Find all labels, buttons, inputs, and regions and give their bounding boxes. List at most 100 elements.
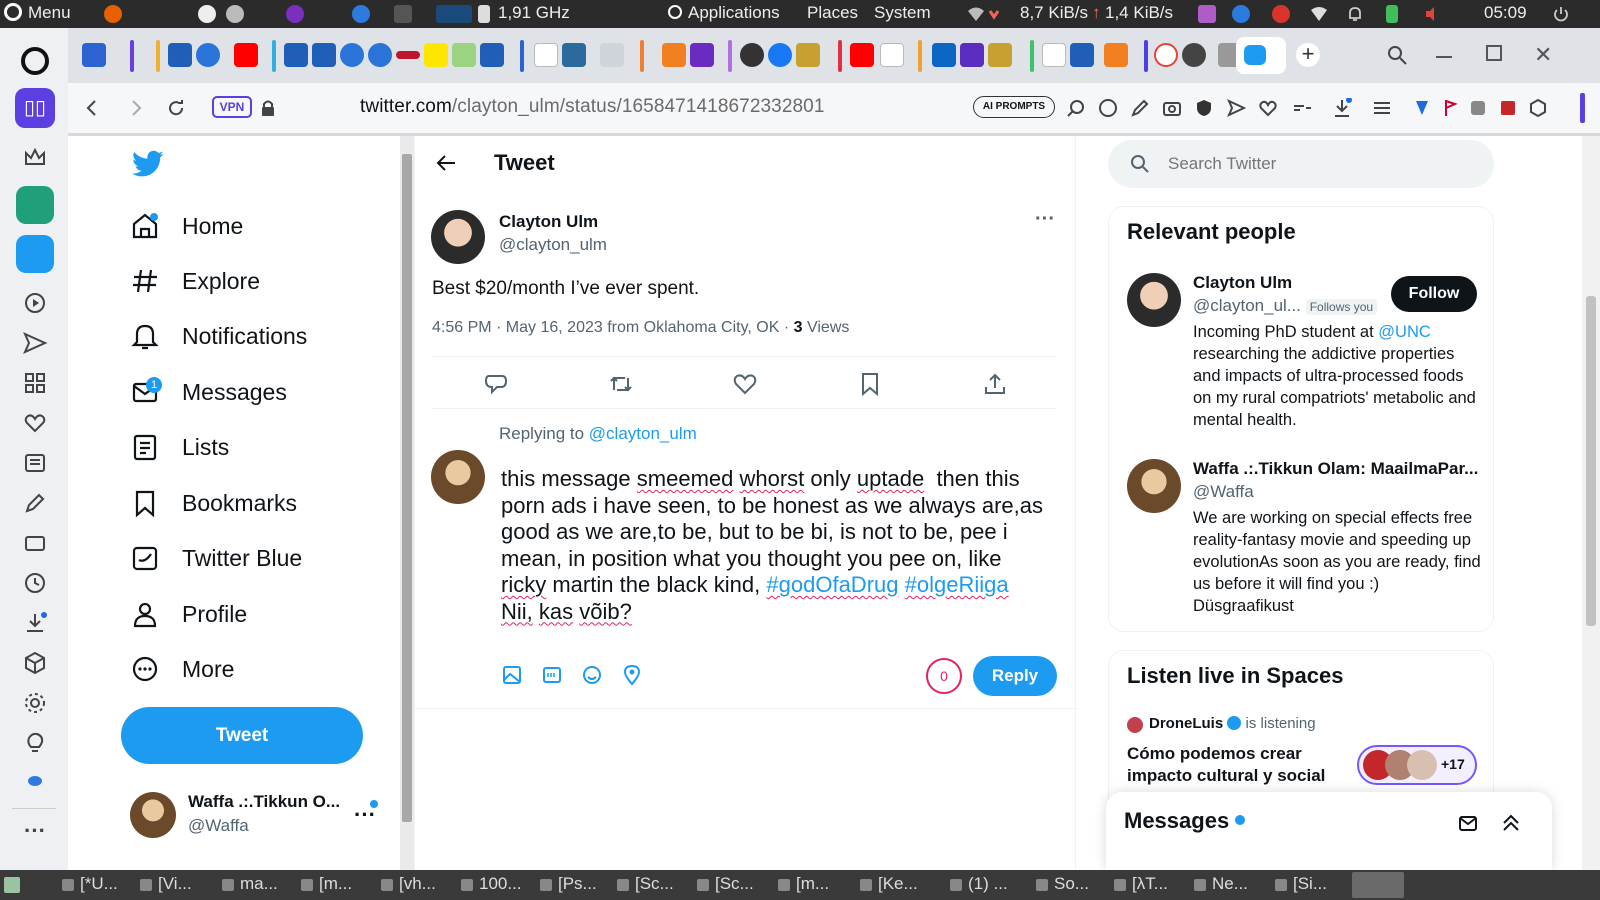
tab-favicon-4[interactable] bbox=[284, 43, 308, 67]
taskbar-button[interactable]: [Sc... bbox=[617, 874, 674, 894]
scrollbar-thumb[interactable] bbox=[402, 154, 412, 822]
linkedin-tab-icon[interactable] bbox=[932, 43, 956, 67]
lens-icon[interactable] bbox=[1066, 98, 1086, 118]
taskbar-button[interactable]: [*U... bbox=[62, 874, 118, 894]
taskbar-button[interactable]: [m... bbox=[778, 874, 829, 894]
tab-favicon-9[interactable] bbox=[424, 43, 448, 67]
bookmark-heart-icon[interactable] bbox=[1258, 98, 1278, 118]
hashtag-link[interactable]: #godOfaDrug bbox=[766, 572, 898, 597]
easy-setup-icon[interactable] bbox=[1372, 98, 1392, 118]
retweet-icon[interactable] bbox=[608, 371, 634, 397]
tab-favicon-3[interactable] bbox=[196, 43, 220, 67]
taskbar-button[interactable]: Ne... bbox=[1194, 874, 1248, 894]
search-box[interactable] bbox=[1108, 140, 1494, 188]
nav-item-twitter-blue[interactable]: Twitter Blue bbox=[130, 536, 302, 580]
volume-icon[interactable] bbox=[1424, 5, 1442, 23]
taskbar-button[interactable]: [vh... bbox=[381, 874, 436, 894]
taskbar-button[interactable]: ma... bbox=[222, 874, 278, 894]
taskbar-active-opera[interactable] bbox=[1352, 872, 1404, 898]
person-avatar[interactable] bbox=[1127, 459, 1181, 513]
author-name[interactable]: Clayton Ulm bbox=[499, 212, 598, 232]
sidebar-more-icon[interactable]: ··· bbox=[22, 818, 48, 844]
follow-button[interactable]: Follow bbox=[1391, 276, 1477, 312]
views-label[interactable]: Views bbox=[807, 319, 849, 336]
tweet-more-icon[interactable]: ··· bbox=[1035, 208, 1055, 231]
power-icon[interactable] bbox=[1552, 5, 1570, 23]
reader-icon[interactable]: ▯▯ bbox=[15, 88, 55, 128]
space-listeners[interactable]: +17 bbox=[1357, 745, 1477, 785]
tab-search-icon[interactable] bbox=[1386, 44, 1408, 66]
ext-red-icon[interactable] bbox=[1498, 98, 1518, 118]
taskbar-button[interactable]: [Ps... bbox=[540, 874, 597, 894]
emoji-picker-icon[interactable] bbox=[581, 664, 607, 690]
settings-app-icon[interactable] bbox=[226, 5, 244, 23]
opera-launcher-icon[interactable] bbox=[352, 5, 370, 23]
location-icon[interactable] bbox=[621, 664, 647, 690]
tor-icon[interactable] bbox=[286, 5, 304, 23]
news-icon[interactable] bbox=[22, 450, 48, 476]
tab-favicon-20[interactable] bbox=[1042, 43, 1066, 67]
close-window-button[interactable]: ✕ bbox=[1534, 42, 1552, 68]
chatgpt-icon[interactable] bbox=[16, 186, 54, 224]
tab-favicon-18[interactable] bbox=[960, 43, 984, 67]
tab-favicon-21[interactable] bbox=[1070, 43, 1094, 67]
tab-favicon-14[interactable] bbox=[662, 43, 686, 67]
like-icon[interactable] bbox=[732, 371, 758, 397]
scrollbar-thumb[interactable] bbox=[1586, 296, 1596, 626]
search-input[interactable] bbox=[1168, 152, 1468, 176]
settings-icon[interactable] bbox=[22, 690, 48, 716]
nav-item-explore[interactable]: Explore bbox=[130, 259, 260, 303]
minimize-button[interactable] bbox=[1436, 56, 1452, 58]
edit-icon[interactable] bbox=[22, 490, 48, 516]
nav-item-profile[interactable]: Profile bbox=[130, 592, 247, 636]
replying-to-handle[interactable]: @clayton_ulm bbox=[589, 424, 697, 443]
tab-favicon-17[interactable] bbox=[796, 43, 820, 67]
person-name[interactable]: Clayton Ulm bbox=[1193, 273, 1292, 293]
sidebar-toggle[interactable] bbox=[1580, 93, 1585, 123]
facebook-tab-icon[interactable] bbox=[768, 43, 792, 67]
tabs-icon[interactable] bbox=[22, 530, 48, 556]
extensions-grid-icon[interactable] bbox=[22, 370, 48, 396]
tab-favicon-5[interactable] bbox=[312, 43, 336, 67]
tray-record-icon[interactable] bbox=[1272, 5, 1290, 23]
expand-up-icon[interactable] bbox=[1500, 812, 1522, 834]
twitter-sidebar-icon[interactable] bbox=[16, 235, 54, 273]
tab-favicon-1[interactable] bbox=[82, 43, 106, 67]
tab-favicon-19[interactable] bbox=[988, 43, 1012, 67]
chat-bubble-icon[interactable] bbox=[22, 770, 48, 796]
taskbar-button[interactable]: [m... bbox=[301, 874, 352, 894]
pen-icon[interactable] bbox=[1130, 98, 1150, 118]
person-name[interactable]: Waffa .:.Tikkun Olam: MaailmaPar... bbox=[1193, 459, 1478, 479]
ext-bookmark-icon[interactable] bbox=[1412, 98, 1432, 118]
reply-textarea[interactable]: this message smeemed whorst only uptade … bbox=[501, 466, 1061, 625]
wifi-icon[interactable] bbox=[966, 5, 1006, 23]
bio-mention-link[interactable]: @UNC bbox=[1378, 323, 1431, 341]
active-tab-twitter[interactable] bbox=[1236, 37, 1286, 74]
opera-logo-icon[interactable] bbox=[21, 47, 49, 75]
tab-favicon-6[interactable] bbox=[340, 43, 364, 67]
author-handle[interactable]: @clayton_ulm bbox=[499, 235, 607, 255]
wikipedia-tab-icon-2[interactable] bbox=[880, 43, 904, 67]
person-avatar[interactable] bbox=[1127, 273, 1181, 327]
reply-icon[interactable] bbox=[483, 371, 509, 397]
camera-icon[interactable] bbox=[1162, 98, 1182, 118]
ext-flag-icon[interactable] bbox=[1440, 98, 1460, 118]
battery-saver-icon[interactable] bbox=[1292, 98, 1312, 118]
system-menu[interactable]: System bbox=[874, 3, 931, 23]
downloads-icon[interactable] bbox=[22, 610, 48, 636]
back-icon[interactable] bbox=[82, 98, 102, 118]
nav-item-more[interactable]: More bbox=[130, 647, 234, 691]
ext-puzzle-icon[interactable] bbox=[1468, 98, 1488, 118]
hashtag-link[interactable]: #olgeRiiga bbox=[905, 572, 1009, 597]
page-scrollbar[interactable] bbox=[400, 136, 414, 870]
window-scrollbar[interactable] bbox=[1582, 136, 1600, 870]
battery-icon[interactable] bbox=[1386, 5, 1398, 23]
menu-button[interactable]: Menu bbox=[4, 3, 71, 23]
font-app-icon[interactable] bbox=[198, 5, 216, 23]
player-icon[interactable] bbox=[22, 290, 48, 316]
reply-button[interactable]: Reply bbox=[973, 656, 1057, 696]
youtube-tab-icon[interactable] bbox=[234, 43, 258, 67]
nav-item-lists[interactable]: Lists bbox=[130, 425, 229, 469]
new-tab-button[interactable]: + bbox=[1296, 43, 1320, 67]
tab-favicon-15[interactable] bbox=[690, 43, 714, 67]
